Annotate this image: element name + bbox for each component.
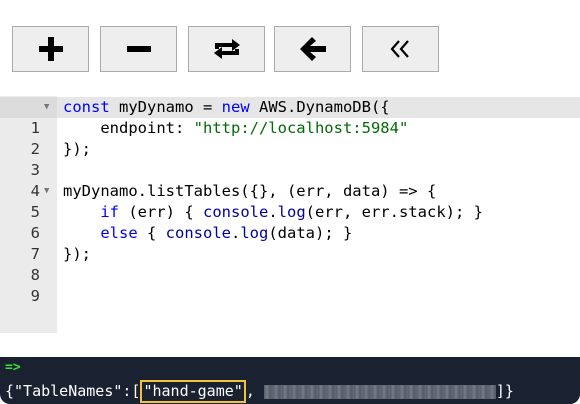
code-token: "http://localhost:5984" xyxy=(193,119,409,137)
back-button[interactable] xyxy=(274,26,351,72)
redacted-text xyxy=(263,384,496,399)
code-line: 7 else { console.log(data); } xyxy=(0,223,580,263)
code-token: console xyxy=(203,203,269,221)
code-line: 4 xyxy=(0,160,580,200)
code-line: 3 }); xyxy=(0,139,580,179)
code-token: if xyxy=(100,203,119,221)
code-token: }); xyxy=(63,245,91,263)
fold-toggle-icon[interactable]: ▼ xyxy=(44,97,49,118)
output-suffix: ]} xyxy=(495,382,514,400)
code-token: . xyxy=(230,224,241,242)
app-window: 1 ▼ const myDynamo = new AWS.DynamoDB({ … xyxy=(0,0,580,404)
code-token: const xyxy=(63,98,110,116)
code-token: myDynamo.listTables({}, (err, data) xyxy=(63,182,399,200)
console-output-line: {"TableNames":["hand-game", ]} xyxy=(5,379,514,403)
console-prompt: => xyxy=(5,360,21,375)
code-token: log xyxy=(277,203,306,221)
code-token: . xyxy=(268,203,278,221)
code-token: (err) { xyxy=(119,203,203,221)
code-token: AWS.DynamoDB({ xyxy=(249,98,390,116)
code-line: 6 if (err) { console.log(err, err.stack)… xyxy=(0,202,580,242)
remove-button[interactable] xyxy=(100,26,177,72)
code-token: myDynamo = xyxy=(109,98,222,116)
code-line: 1 ▼ const myDynamo = new AWS.DynamoDB({ xyxy=(0,97,580,137)
code-line: 5 ▼ myDynamo.listTables({}, (err, data) … xyxy=(0,181,580,221)
code-line: 2 endpoint: "http://localhost:5984" xyxy=(0,118,580,158)
code-token: (data); } xyxy=(268,224,353,242)
toolbar xyxy=(0,0,580,92)
code-token: }); xyxy=(63,140,91,158)
fold-toggle-icon[interactable]: ▼ xyxy=(44,181,49,202)
repeat-icon xyxy=(213,39,240,59)
code-token: new xyxy=(221,98,250,116)
output-prefix: {"TableNames":[ xyxy=(5,382,141,400)
first-button[interactable] xyxy=(362,26,439,72)
code-token: console xyxy=(165,224,231,242)
code-token: { xyxy=(137,224,166,242)
code-line: 9 xyxy=(0,265,580,305)
code-editor[interactable]: 1 ▼ const myDynamo = new AWS.DynamoDB({ … xyxy=(0,96,580,333)
console-output-panel: => {"TableNames":["hand-game", ]} xyxy=(0,357,580,404)
code-token: else xyxy=(100,224,138,242)
add-button[interactable] xyxy=(12,26,89,72)
highlighted-table-name: "hand-game" xyxy=(140,380,246,403)
double-chevron-left-icon xyxy=(390,40,409,58)
repeat-button[interactable] xyxy=(188,26,265,72)
code-token: log xyxy=(240,224,269,242)
plus-icon xyxy=(38,37,63,61)
code-token: endpoint: xyxy=(63,119,194,137)
line-number: 9 xyxy=(30,287,40,305)
code-token: (err, err.stack); } xyxy=(305,203,483,221)
minus-icon xyxy=(126,46,151,52)
code-token: => xyxy=(398,182,418,200)
output-separator: , xyxy=(245,382,255,400)
code-token: { xyxy=(417,182,437,200)
arrow-left-icon xyxy=(299,37,326,61)
code-line: 8 }); xyxy=(0,244,580,284)
